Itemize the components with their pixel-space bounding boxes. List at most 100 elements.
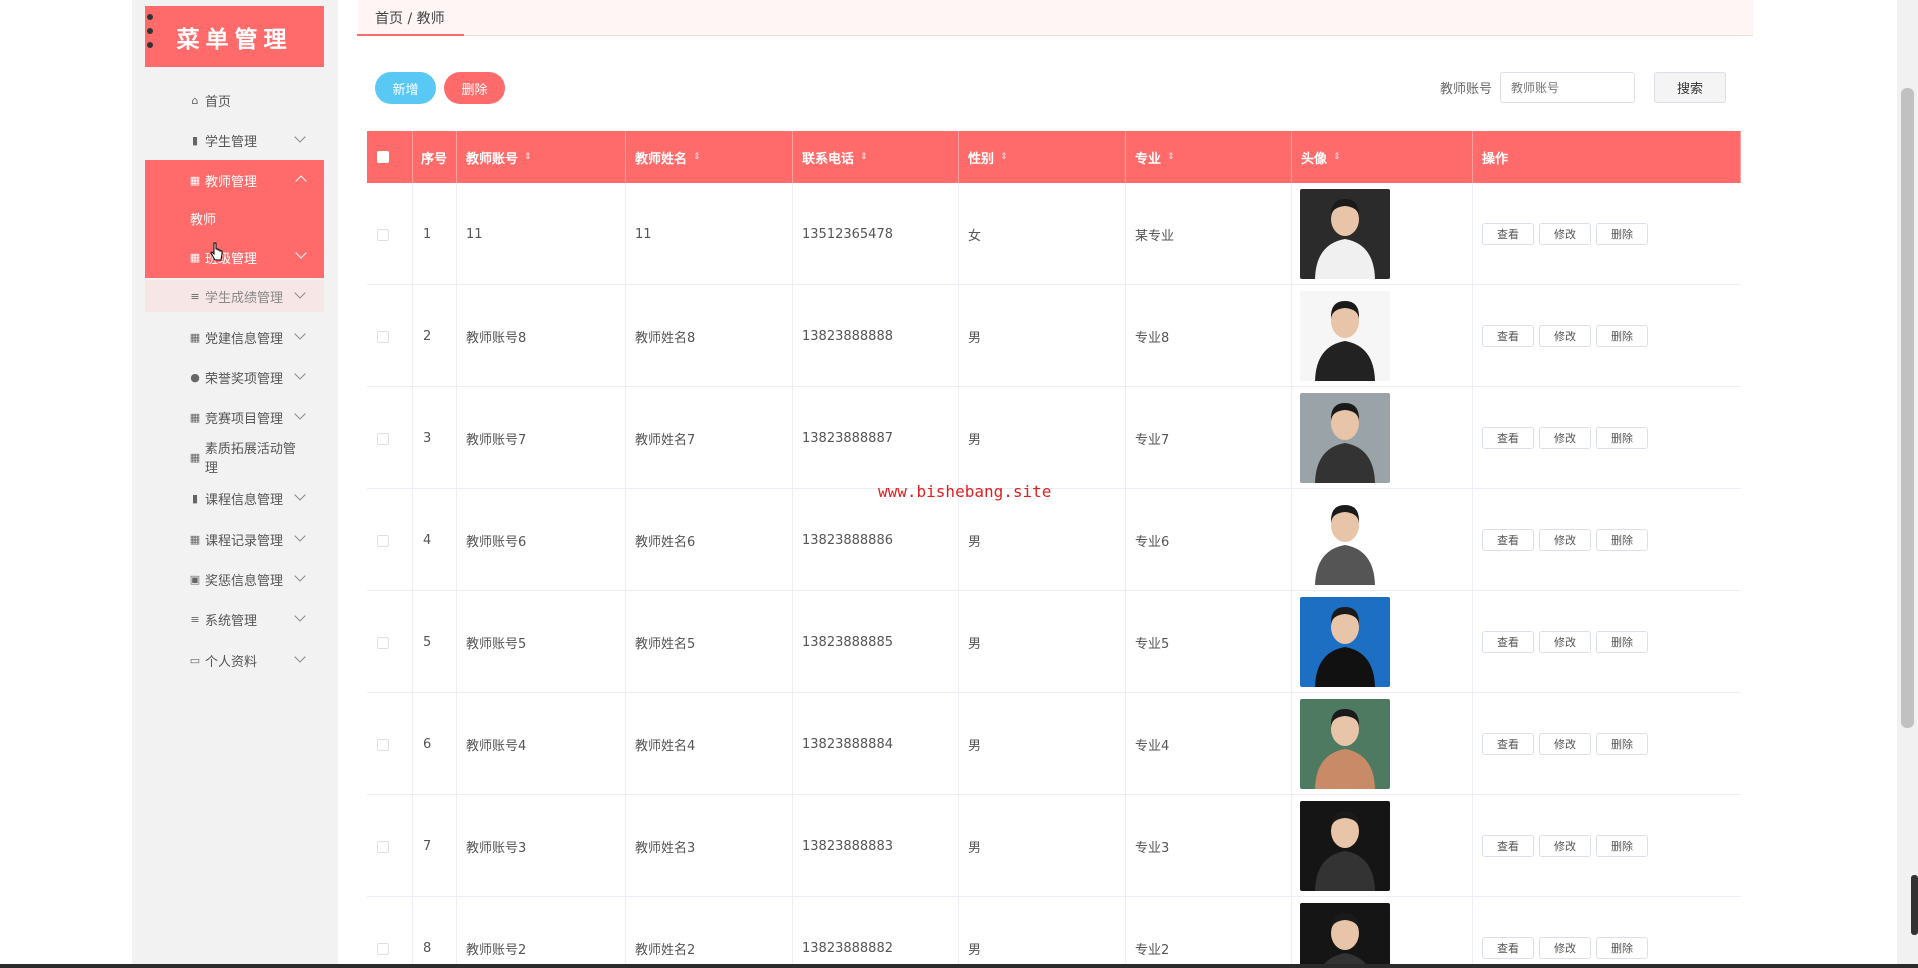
view-button[interactable]: 查看 [1482, 325, 1534, 347]
add-button[interactable]: 新增 [375, 72, 436, 104]
row-checkbox[interactable] [377, 841, 389, 853]
sidebar-item-12[interactable]: ▣ 奖惩信息管理 [188, 568, 308, 590]
cell-name: 教师姓名4 [626, 693, 793, 795]
sidebar-title-text: 菜单管理 [176, 25, 293, 53]
row-checkbox[interactable] [377, 433, 389, 445]
sidebar-item-2[interactable]: ▦ 教师管理 [188, 169, 308, 191]
row-checkbox[interactable] [377, 943, 389, 955]
binder-rings-icon [147, 14, 155, 48]
cell-phone: 13823888885 [793, 591, 959, 693]
sidebar-item-label: 党建信息管理 [205, 331, 284, 347]
scrollbar-thumb[interactable] [1901, 88, 1914, 728]
delete-button[interactable]: 删除 [1596, 427, 1648, 449]
column-header-label: 专业 [1135, 151, 1162, 167]
chevron-down-icon [294, 530, 306, 542]
row-checkbox[interactable] [377, 637, 389, 649]
delete-button[interactable]: 删除 [1596, 631, 1648, 653]
cell-name: 教师姓名5 [626, 591, 793, 693]
delete-button[interactable]: 删除 [1596, 529, 1648, 551]
delete-button[interactable]: 删除 [1596, 835, 1648, 857]
view-button[interactable]: 查看 [1482, 733, 1534, 755]
chevron-down-icon [295, 247, 307, 259]
edit-button[interactable]: 修改 [1539, 835, 1591, 857]
cell-name: 教师姓名8 [626, 285, 793, 387]
view-button[interactable]: 查看 [1482, 937, 1534, 959]
avatar-photo [1300, 393, 1390, 483]
sidebar-item-label: 素质拓展活动管理 [204, 442, 296, 476]
view-button[interactable]: 查看 [1482, 529, 1534, 551]
column-header-5[interactable]: 专业 ⇕ [1126, 131, 1292, 183]
cell-phone: 13823888888 [793, 285, 959, 387]
grid-icon: ▦ [189, 250, 201, 264]
sort-icon[interactable]: ⇕ [860, 152, 868, 162]
sidebar-item-1[interactable]: ▮ 学生管理 [188, 129, 308, 151]
row-checkbox[interactable] [377, 535, 389, 547]
view-button[interactable]: 查看 [1482, 427, 1534, 449]
sidebar-item-4[interactable]: ▦ 班级管理 [188, 246, 308, 268]
checkbox-cell [367, 795, 413, 897]
cell-account: 教师账号2 [457, 897, 626, 968]
column-header-3[interactable]: 联系电话 ⇕ [793, 131, 959, 183]
sidebar-item-5[interactable]: ≡ 学生成绩管理 [188, 285, 308, 307]
grid-icon: ▦ [189, 173, 201, 187]
edit-button[interactable]: 修改 [1539, 325, 1591, 347]
sidebar-item-13[interactable]: ≡ 系统管理 [188, 608, 308, 630]
sliders-icon: ≡ [190, 289, 200, 303]
cell-account: 教师账号3 [457, 795, 626, 897]
sidebar-item-10[interactable]: ▮ 课程信息管理 [188, 487, 308, 509]
sidebar-item-11[interactable]: ▦ 课程记录管理 [188, 528, 308, 550]
edit-button[interactable]: 修改 [1539, 529, 1591, 551]
view-button[interactable]: 查看 [1482, 223, 1534, 245]
edit-button[interactable]: 修改 [1539, 223, 1591, 245]
edit-button[interactable]: 修改 [1539, 427, 1591, 449]
sidebar-item-6[interactable]: ▦ 党建信息管理 [188, 326, 308, 348]
sidebar-item-label: 学生成绩管理 [205, 290, 284, 306]
sort-icon[interactable]: ⇕ [1167, 152, 1175, 162]
sidebar-item-9[interactable]: ▦ 素质拓展活动管理 [188, 442, 308, 476]
cell-major: 专业4 [1126, 693, 1292, 795]
batch-delete-button[interactable]: 删除 [444, 72, 505, 104]
card-icon: ▭ [189, 653, 201, 667]
sidebar-item-8[interactable]: ▦ 竞赛项目管理 [188, 406, 308, 428]
sidebar-item-3[interactable]: 教师 [190, 207, 310, 229]
search-input[interactable] [1500, 72, 1635, 103]
sidebar-item-14[interactable]: ▭ 个人资料 [188, 649, 308, 671]
row-checkbox[interactable] [377, 739, 389, 751]
delete-button[interactable]: 删除 [1596, 223, 1648, 245]
column-header-2[interactable]: 教师姓名 ⇕ [626, 131, 793, 183]
sort-icon[interactable]: ⇕ [524, 152, 532, 162]
column-header-6[interactable]: 头像 ⇕ [1292, 131, 1473, 183]
mouse-pointer-icon [210, 242, 223, 261]
watermark: www.bishebang.site [878, 482, 1052, 501]
column-header-4[interactable]: 性别 ⇕ [959, 131, 1126, 183]
checkbox-cell [367, 183, 413, 285]
sort-icon[interactable]: ⇕ [693, 152, 701, 162]
column-header-1[interactable]: 教师账号 ⇕ [457, 131, 626, 183]
cell-account: 教师账号6 [457, 489, 626, 591]
delete-button[interactable]: 删除 [1596, 733, 1648, 755]
table-row: 6 教师账号4 教师姓名4 13823888884 男专业4 查看 修改 删除 [367, 693, 1741, 795]
edit-button[interactable]: 修改 [1539, 937, 1591, 959]
avatar-photo [1300, 495, 1390, 585]
edit-button[interactable]: 修改 [1539, 733, 1591, 755]
breadcrumb[interactable]: 首页 / 教师 [375, 8, 445, 28]
cell-account: 教师账号8 [457, 285, 626, 387]
sidebar-item-0[interactable]: ⌂ 首页 [188, 89, 308, 111]
grid-icon: ▦ [189, 532, 201, 546]
delete-button[interactable]: 删除 [1596, 937, 1648, 959]
view-button[interactable]: 查看 [1482, 835, 1534, 857]
sidebar-item-7[interactable]: ● 荣誉奖项管理 [188, 366, 308, 388]
view-button[interactable]: 查看 [1482, 631, 1534, 653]
sort-icon[interactable]: ⇕ [1333, 152, 1341, 162]
edit-button[interactable]: 修改 [1539, 631, 1591, 653]
sort-icon[interactable]: ⇕ [1000, 152, 1008, 162]
column-header-label: 教师姓名 [635, 151, 688, 167]
cell-no: 7 [413, 795, 457, 897]
cell-gender: 男 [959, 285, 1126, 387]
delete-button[interactable]: 删除 [1596, 325, 1648, 347]
row-checkbox[interactable] [377, 331, 389, 343]
search-button[interactable]: 搜索 [1654, 72, 1726, 103]
column-header-label: 教师账号 [466, 151, 519, 167]
row-checkbox[interactable] [377, 229, 389, 241]
cell-gender: 男 [959, 897, 1126, 968]
